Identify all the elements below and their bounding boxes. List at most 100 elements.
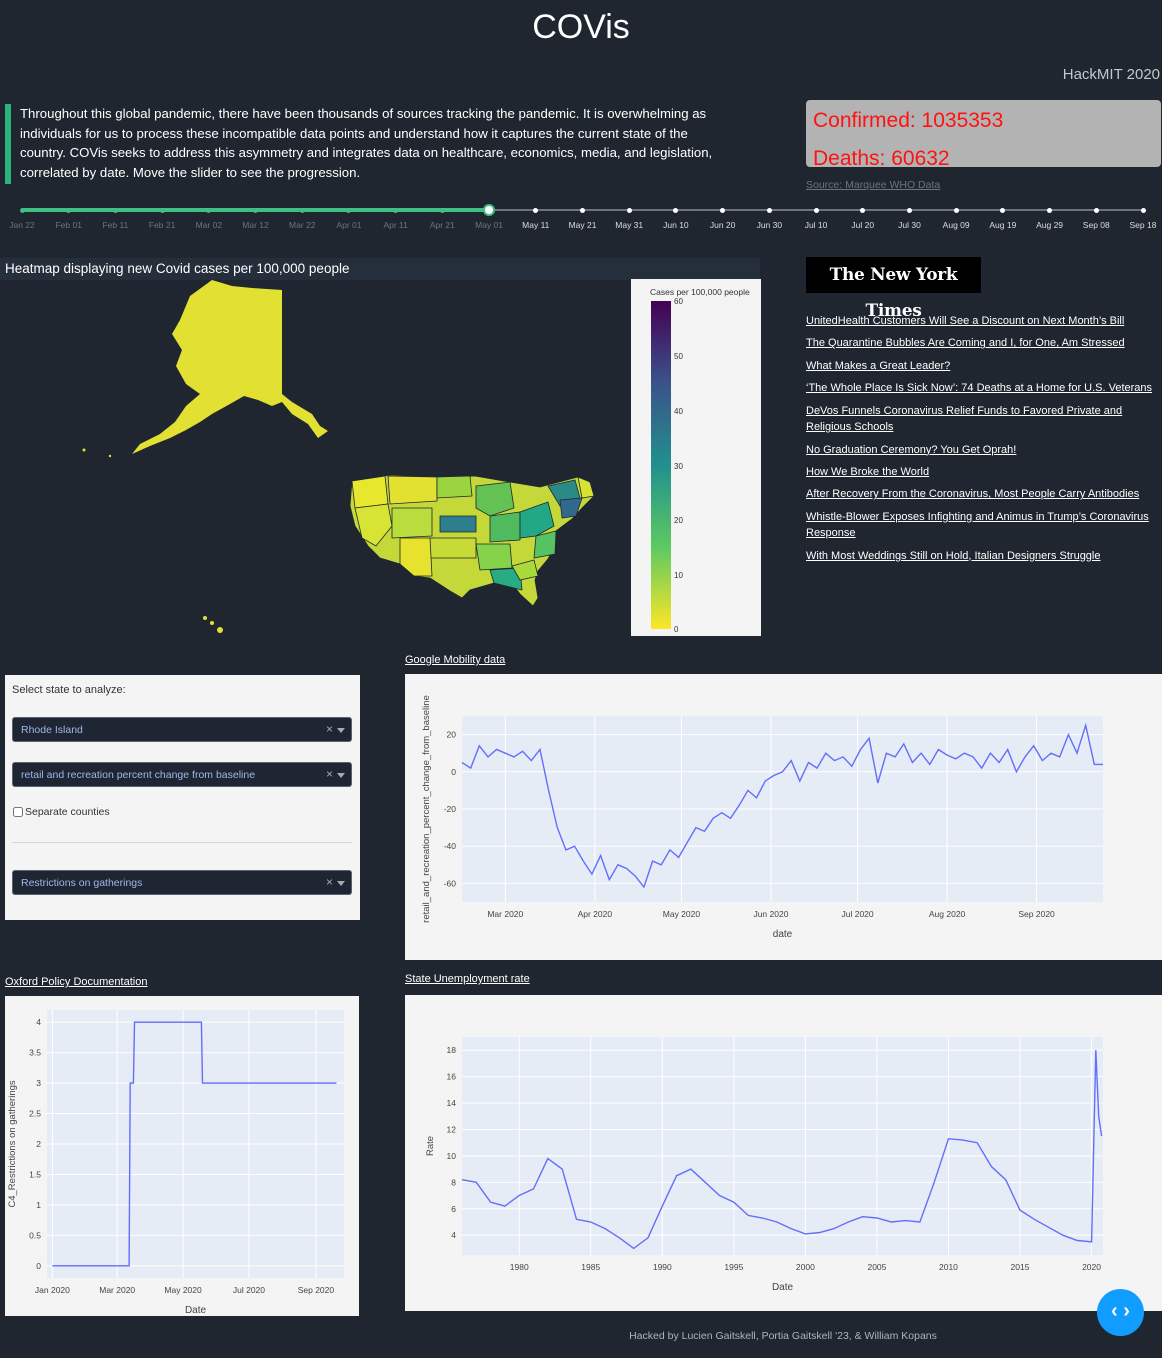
unemployment-chart[interactable]: 4 6 8 10 12 14 16 18 1980 1985 1990 1995 2000 2005 201… <box>405 995 1162 1311</box>
slider-mark-dot[interactable] <box>206 207 212 213</box>
slider-mark-dot[interactable] <box>299 207 305 213</box>
state-dropdown[interactable]: Rhode Island × <box>12 717 352 742</box>
slider-mark-label[interactable]: Apr 21 <box>422 220 462 231</box>
x-tick-label: 2005 <box>867 1262 886 1272</box>
headline-link[interactable]: ‘The Whole Place Is Sick Now’: 74 Deaths… <box>806 382 1152 394</box>
clear-icon[interactable]: × <box>326 722 333 736</box>
divider <box>12 842 352 843</box>
slider-mark-label[interactable]: May 21 <box>563 220 603 231</box>
y-tick-label: 4 <box>451 1230 456 1240</box>
slider-mark-label[interactable]: May 01 <box>469 220 509 231</box>
slider-mark-label[interactable]: Apr 11 <box>376 220 416 231</box>
policy-dropdown-value: Restrictions on gatherings <box>21 877 143 889</box>
slider-mark-dot[interactable] <box>533 207 539 213</box>
slider-mark-dot[interactable] <box>393 207 399 213</box>
page-title: COVis <box>532 8 630 46</box>
intro-text: Throughout this global pandemic, there h… <box>5 104 735 184</box>
mobility-chart-title[interactable]: Google Mobility data <box>405 654 505 666</box>
slider-mark-label[interactable]: Aug 29 <box>1030 220 1070 231</box>
contiguous-us[interactable] <box>349 474 595 607</box>
chevron-down-icon[interactable] <box>337 773 345 778</box>
slider-mark-label[interactable]: Mar 02 <box>189 220 229 231</box>
slider-handle[interactable] <box>483 204 496 216</box>
mobility-chart[interactable]: 20 0 -20 -40 -60 Mar 2020 Apr 2020 May 2020 Jun … <box>405 674 1162 960</box>
slider-mark-dot[interactable] <box>19 207 25 213</box>
news-item: After Recovery From the Coronavirus, Mos… <box>806 486 1161 503</box>
slider-mark-label[interactable]: May 31 <box>609 220 649 231</box>
slider-mark-dot[interactable] <box>813 207 819 213</box>
chevron-down-icon[interactable] <box>337 728 345 733</box>
slider-mark-dot[interactable] <box>766 207 772 213</box>
separate-counties-checkbox[interactable] <box>13 807 23 817</box>
slider-mark-dot[interactable] <box>112 207 118 213</box>
y-tick-label: 2.5 <box>29 1109 41 1119</box>
y-tick-label: 2 <box>36 1139 41 1149</box>
chevron-down-icon[interactable] <box>337 881 345 886</box>
slider-mark-dot[interactable] <box>1000 207 1006 213</box>
slider-mark-label[interactable]: Mar 22 <box>282 220 322 231</box>
unemployment-chart-title[interactable]: State Unemployment rate <box>405 973 530 985</box>
slider-mark-label[interactable]: Feb 11 <box>95 220 135 231</box>
slider-mark-label[interactable]: Aug 19 <box>983 220 1023 231</box>
map-title: Heatmap displaying new Covid cases per 1… <box>5 261 350 276</box>
policy-chart-title[interactable]: Oxford Policy Documentation <box>5 976 147 988</box>
y-tick-label: 4 <box>36 1017 41 1027</box>
hawaii-shape[interactable] <box>203 616 223 633</box>
y-tick-label: 1.5 <box>29 1169 41 1179</box>
slider-mark-label[interactable]: Feb 21 <box>142 220 182 231</box>
y-axis-label: C4_Restrictions on gatherings <box>7 1080 18 1208</box>
clear-icon[interactable]: × <box>326 767 333 781</box>
code-brackets-icon[interactable]: ‹ › <box>1097 1289 1144 1336</box>
slider-mark-dot[interactable] <box>860 207 866 213</box>
slider-mark-label[interactable]: Jun 30 <box>749 220 789 231</box>
separate-counties-option[interactable]: Separate counties <box>13 806 110 818</box>
slider-mark-dot[interactable] <box>1093 207 1099 213</box>
slider-mark-label[interactable]: Jul 10 <box>796 220 836 231</box>
slider-mark-label[interactable]: Sep 08 <box>1076 220 1116 231</box>
slider-mark-dot[interactable] <box>906 207 912 213</box>
headline-link[interactable]: DeVos Funnels Coronavirus Relief Funds t… <box>806 405 1122 434</box>
headline-link[interactable]: With Most Weddings Still on Hold, Italia… <box>806 550 1101 562</box>
headline-link[interactable]: No Graduation Ceremony? You Get Oprah! <box>806 444 1016 456</box>
slider-mark-label[interactable]: Jul 30 <box>889 220 929 231</box>
y-tick-label: -40 <box>444 841 457 851</box>
x-tick-label: 2010 <box>939 1262 958 1272</box>
slider-mark-label[interactable]: Jun 10 <box>656 220 696 231</box>
slider-mark-dot[interactable] <box>580 207 585 213</box>
x-tick-label: Sep 2020 <box>1018 909 1055 919</box>
slider-mark-label[interactable]: Jun 20 <box>703 220 743 231</box>
date-slider[interactable]: Jan 22 Feb 01 Feb 11 Feb 21 Mar 02 Mar 12 Mar … <box>0 196 1162 248</box>
slider-mark-label[interactable]: Jan 22 <box>2 220 42 231</box>
headline-link[interactable]: After Recovery From the Coronavirus, Mos… <box>806 488 1139 500</box>
slider-mark-dot[interactable] <box>1047 207 1053 213</box>
slider-mark-dot[interactable] <box>66 207 72 213</box>
slider-mark-dot[interactable] <box>159 207 165 213</box>
headline-link[interactable]: The Quarantine Bubbles Are Coming and I,… <box>806 337 1125 349</box>
headline-link[interactable]: UnitedHealth Customers Will See a Discou… <box>806 315 1124 327</box>
slider-mark-label[interactable]: Feb 01 <box>49 220 89 231</box>
source-link[interactable]: Source: Marquee WHO Data <box>806 179 940 191</box>
slider-mark-dot[interactable] <box>673 207 679 213</box>
slider-mark-dot[interactable] <box>439 207 445 213</box>
slider-mark-dot[interactable] <box>626 207 632 213</box>
slider-mark-label[interactable]: May 11 <box>516 220 556 231</box>
slider-mark-label[interactable]: Jul 20 <box>843 220 883 231</box>
mobility-metric-dropdown[interactable]: retail and recreation percent change fro… <box>12 762 352 787</box>
headline-link[interactable]: Whistle-Blower Exposes Infighting and An… <box>806 511 1149 540</box>
x-tick-label: May 2020 <box>164 1285 202 1295</box>
slider-mark-dot[interactable] <box>1140 207 1146 213</box>
slider-mark-label[interactable]: Mar 12 <box>236 220 276 231</box>
us-choropleth-map[interactable] <box>0 276 630 641</box>
alaska-shape[interactable] <box>82 280 329 458</box>
policy-dropdown[interactable]: Restrictions on gatherings × <box>12 870 352 895</box>
slider-mark-label[interactable]: Aug 09 <box>936 220 976 231</box>
policy-chart[interactable]: 0 0.5 1 1.5 2 2.5 3 3.5 4 Jan 2020 Mar 2020 May 202… <box>5 996 359 1316</box>
clear-icon[interactable]: × <box>326 875 333 889</box>
slider-mark-dot[interactable] <box>953 207 959 213</box>
slider-mark-label[interactable]: Sep 18 <box>1123 220 1162 231</box>
headline-link[interactable]: How We Broke the World <box>806 466 929 478</box>
slider-mark-label[interactable]: Apr 01 <box>329 220 369 231</box>
slider-mark-dot[interactable] <box>720 207 726 213</box>
slider-mark-dot[interactable] <box>253 207 259 213</box>
headline-link[interactable]: What Makes a Great Leader? <box>806 360 950 372</box>
